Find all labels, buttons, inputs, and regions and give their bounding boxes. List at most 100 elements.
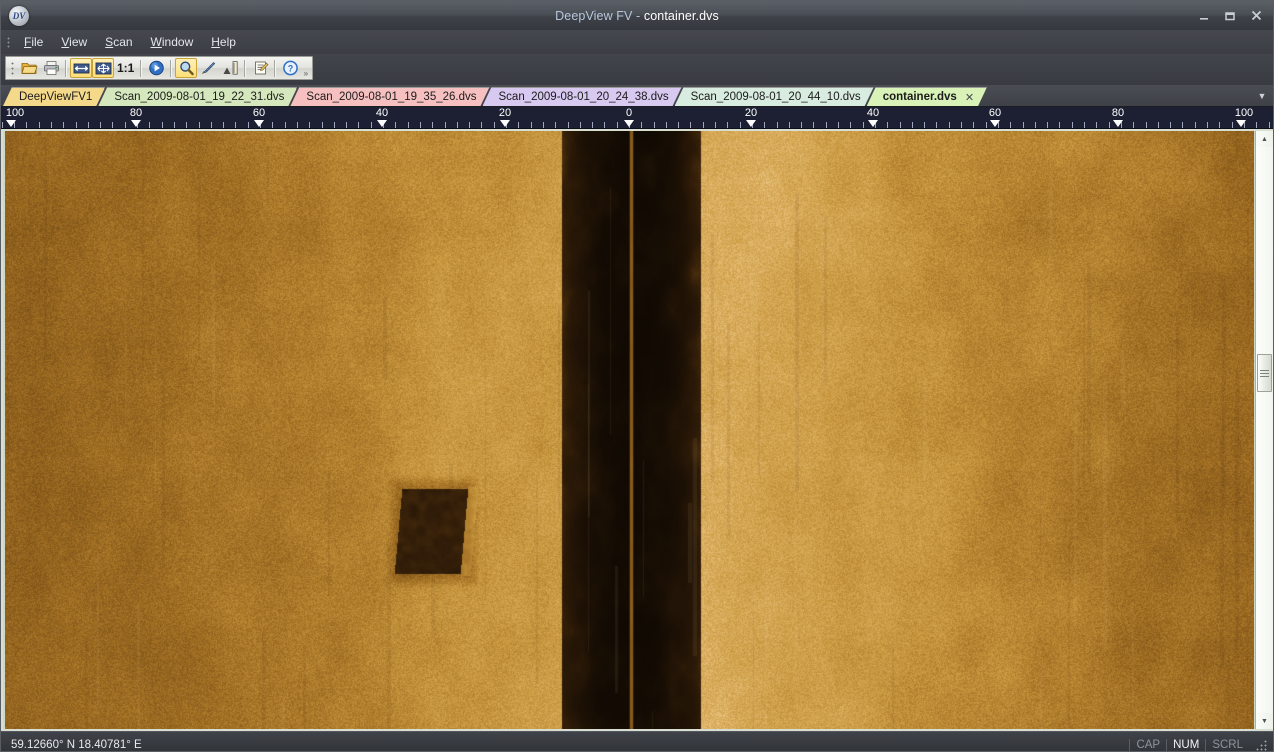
ruler-tick <box>112 122 113 128</box>
ruler-tick <box>1256 122 1257 128</box>
window-title-app: DeepView FV <box>555 8 633 23</box>
print-button[interactable] <box>40 58 62 78</box>
ruler-tick <box>420 122 421 128</box>
ruler-tick <box>223 122 224 128</box>
vertical-scroll-thumb[interactable] <box>1257 354 1272 392</box>
sonar-waterfall-frame[interactable] <box>3 131 1255 729</box>
minimize-icon[interactable] <box>1191 5 1217 27</box>
tab-list-chevron-down-icon[interactable]: ▼ <box>1251 85 1273 106</box>
main-toolbar: 1:1 ? » <box>5 56 314 80</box>
fit-page-button[interactable] <box>92 58 114 78</box>
zoom-one-to-one[interactable]: 1:1 <box>114 61 137 75</box>
properties-button[interactable] <box>249 58 271 78</box>
ruler-tick <box>371 122 372 128</box>
ruler-tick <box>346 122 347 128</box>
ruler-tick <box>715 122 716 128</box>
tab-scan-19-35-26[interactable]: Scan_2009-08-01_19_35_26.dvs <box>290 87 489 106</box>
tab-label: container.dvs <box>882 91 957 103</box>
menu-scan[interactable]: Scan <box>96 32 141 52</box>
toolbar-overflow-icon[interactable]: » <box>301 58 310 79</box>
ruler-tick <box>961 122 962 128</box>
ruler-tick <box>531 122 532 128</box>
tab-scan-20-24-38[interactable]: Scan_2009-08-01_20_24_38.dvs <box>483 87 682 106</box>
ruler-label: 80 <box>129 107 143 119</box>
ruler-major-marker <box>1113 120 1123 127</box>
ruler-tick <box>162 122 163 128</box>
resize-grip-icon[interactable] <box>1253 737 1269 751</box>
ruler-tick <box>1232 122 1233 128</box>
window-title-document: container.dvs <box>643 8 719 23</box>
help-button[interactable]: ? <box>279 58 301 78</box>
ruler-tick <box>666 122 667 128</box>
ruler-major-marker <box>746 120 756 127</box>
status-badge-scrl: SCRL <box>1205 739 1249 751</box>
gps-position-readout: 59.12660° N 18.40781° E <box>11 739 142 751</box>
height-tool-button[interactable] <box>219 58 241 78</box>
ruler-label: 60 <box>988 107 1002 119</box>
ruler-tick <box>88 122 89 128</box>
ruler-major-marker <box>377 120 387 127</box>
ruler-tick <box>838 122 839 128</box>
close-tab-icon[interactable]: ✕ <box>965 91 974 104</box>
ruler-label: 100 <box>5 107 25 119</box>
vertical-scroll-track[interactable] <box>1256 147 1273 713</box>
window-title-separator: - <box>632 8 644 23</box>
application-window: DV DeepView FV - container.dvs File View… <box>0 0 1274 752</box>
ruler-tick <box>973 122 974 128</box>
tab-container-dvs[interactable]: container.dvs ✕ <box>867 87 987 106</box>
ruler-tick <box>543 122 544 128</box>
ruler-tick <box>617 122 618 128</box>
ruler-label: 0 <box>625 107 633 119</box>
ruler-tick <box>235 122 236 128</box>
ruler-tick <box>1219 122 1220 128</box>
status-badge-cap: CAP <box>1129 739 1166 751</box>
menu-view[interactable]: View <box>52 32 96 52</box>
tabs-area: DeepViewFV1 Scan_2009-08-01_19_22_31.dvs… <box>3 85 1251 106</box>
side-scan-sonar-image[interactable] <box>5 131 1254 729</box>
menu-bar: File View Scan Window Help <box>1 30 1273 54</box>
tab-label: Scan_2009-08-01_20_24_38.dvs <box>498 91 669 103</box>
ruler-tick <box>1133 122 1134 128</box>
toolbar-separator-5 <box>274 59 277 77</box>
toolbar-grip-icon[interactable] <box>9 59 16 77</box>
ruler-tick <box>678 122 679 128</box>
scroll-up-arrow-icon[interactable]: ▲ <box>1256 131 1273 147</box>
ruler-tick <box>1170 122 1171 128</box>
menubar-grip-icon[interactable] <box>5 34 13 50</box>
close-icon[interactable] <box>1243 5 1269 27</box>
tab-deepviewfv1[interactable]: DeepViewFV1 <box>3 87 105 106</box>
ruler-tick <box>826 122 827 128</box>
ruler-tick <box>1109 122 1110 128</box>
menu-window[interactable]: Window <box>142 32 203 52</box>
ruler-tick <box>272 122 273 128</box>
ruler-label: 20 <box>744 107 758 119</box>
vertical-scrollbar[interactable]: ▲ ▼ <box>1255 131 1273 729</box>
ruler-tick <box>1084 122 1085 128</box>
menu-help[interactable]: Help <box>202 32 245 52</box>
tab-scan-20-44-10[interactable]: Scan_2009-08-01_20_44_10.dvs <box>675 87 874 106</box>
ruler-major-marker <box>990 120 1000 127</box>
menu-file[interactable]: File <box>15 32 52 52</box>
play-button[interactable] <box>145 58 167 78</box>
toolbar-separator-3 <box>170 59 173 77</box>
ruler-tick <box>297 122 298 128</box>
open-file-button[interactable] <box>18 58 40 78</box>
tab-scan-19-22-31[interactable]: Scan_2009-08-01_19_22_31.dvs <box>98 87 297 106</box>
ruler-major-marker <box>868 120 878 127</box>
fit-width-button[interactable] <box>70 58 92 78</box>
ruler-tick <box>1096 122 1097 128</box>
measure-tool-button[interactable] <box>197 58 219 78</box>
ruler-tick <box>1072 122 1073 128</box>
window-controls <box>1191 1 1269 30</box>
ruler-tick <box>604 122 605 128</box>
restore-icon[interactable] <box>1217 5 1243 27</box>
ruler-tick <box>813 122 814 128</box>
ruler-tick <box>924 122 925 128</box>
ruler-tick <box>457 122 458 128</box>
ruler-tick <box>1035 122 1036 128</box>
ruler-tick <box>1207 122 1208 128</box>
ruler-tick <box>1146 122 1147 128</box>
scroll-down-arrow-icon[interactable]: ▼ <box>1256 713 1273 729</box>
toolbar-container: 1:1 ? » <box>1 54 1273 85</box>
zoom-tool-button[interactable] <box>175 58 198 78</box>
